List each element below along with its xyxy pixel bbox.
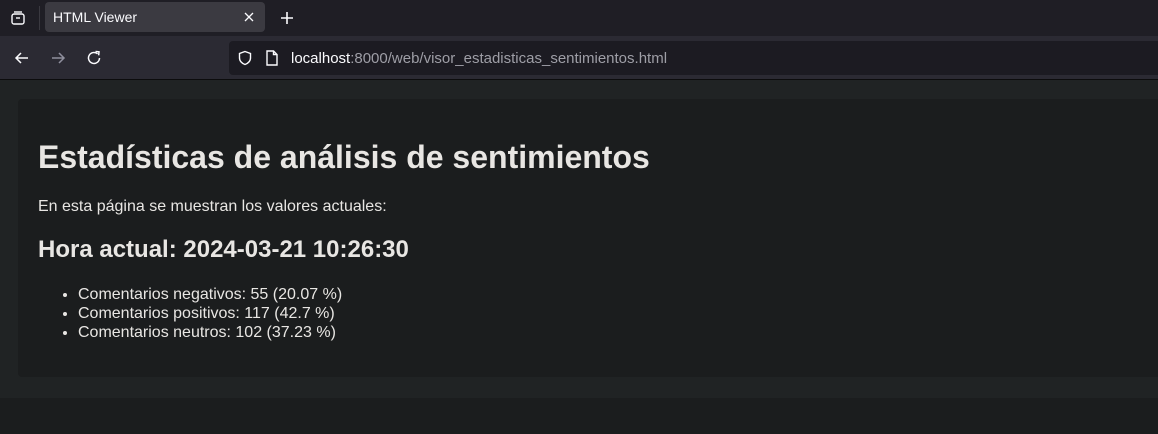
current-time-label: Hora actual: <box>38 236 184 263</box>
tab-list-button[interactable] <box>0 0 36 36</box>
plus-icon <box>281 12 293 24</box>
forward-button[interactable] <box>43 43 73 73</box>
intro-text: En esta página se muestran los valores a… <box>38 198 387 215</box>
reload-button[interactable] <box>79 43 109 73</box>
reload-icon <box>87 50 101 65</box>
page-icon <box>266 50 278 66</box>
page-title: Estadísticas de análisis de sentimientos <box>38 139 650 175</box>
arrow-right-icon <box>52 52 66 64</box>
navigation-toolbar: localhost:8000/web/visor_estadisticas_se… <box>0 36 1158 80</box>
list-item: Comentarios negativos: 55 (20.07 %) <box>78 285 342 304</box>
shield-icon <box>238 50 252 66</box>
address-bar[interactable]: localhost:8000/web/visor_estadisticas_se… <box>229 41 1158 75</box>
tab-list-icon <box>11 11 25 25</box>
list-item: Comentarios neutros: 102 (37.23 %) <box>78 323 342 342</box>
tab-title: HTML Viewer <box>53 9 138 25</box>
close-tab-button[interactable] <box>239 7 259 27</box>
tab-strip: HTML Viewer <box>0 0 1158 36</box>
close-icon <box>244 12 254 22</box>
url-path: :8000/web/visor_estadisticas_sentimiento… <box>350 50 668 67</box>
url-host: localhost <box>291 50 351 67</box>
url-text[interactable]: localhost:8000/web/visor_estadisticas_se… <box>291 50 667 67</box>
new-tab-button[interactable] <box>273 4 301 32</box>
back-button[interactable] <box>7 43 37 73</box>
site-info-button[interactable] <box>264 50 280 66</box>
tracking-protection-button[interactable] <box>237 50 253 66</box>
list-item: Comentarios positivos: 117 (42.7 %) <box>78 304 342 323</box>
page-content: Estadísticas de análisis de sentimientos… <box>0 80 1158 398</box>
sentiment-stats-list: Comentarios negativos: 55 (20.07 %) Come… <box>78 285 342 342</box>
tab-separator <box>39 6 40 30</box>
current-time-value: 2024-03-21 10:26:30 <box>183 236 409 263</box>
arrow-left-icon <box>14 52 28 64</box>
content-card: Estadísticas de análisis de sentimientos… <box>18 99 1158 377</box>
current-time-heading: Hora actual: 2024-03-21 10:26:30 <box>38 236 409 264</box>
page-footer-band <box>0 398 1158 434</box>
tab-html-viewer[interactable]: HTML Viewer <box>45 2 265 32</box>
